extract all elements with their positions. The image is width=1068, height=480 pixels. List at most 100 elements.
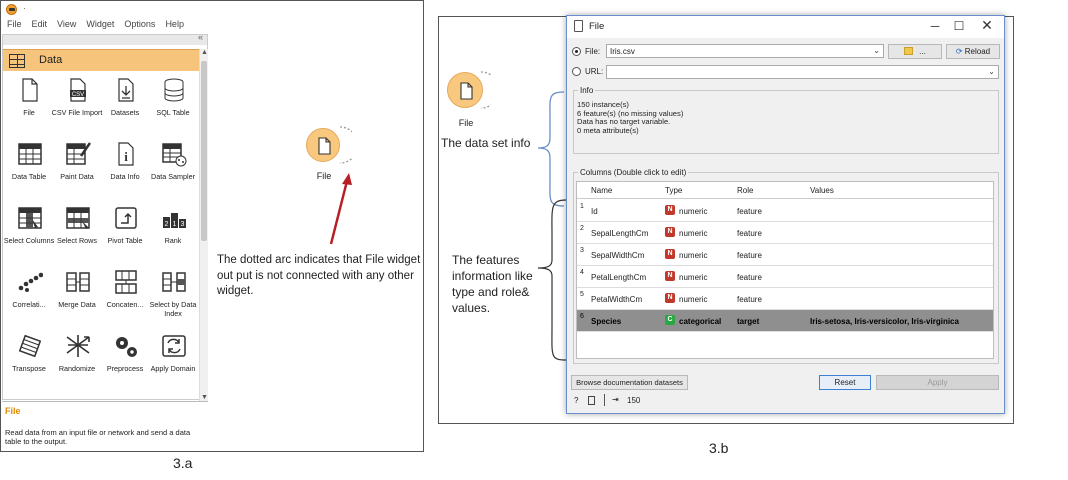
collapse-icon[interactable]: « bbox=[198, 32, 203, 42]
column-role[interactable]: feature bbox=[737, 229, 762, 238]
sampler-icon bbox=[162, 143, 187, 167]
file-radio[interactable] bbox=[572, 47, 581, 56]
widget-info[interactable]: i Data Info bbox=[101, 139, 149, 199]
table-row[interactable]: 5 PetalWidthCm Nnumeric feature bbox=[577, 288, 993, 310]
merge-icon bbox=[66, 272, 90, 292]
widget-label: Apply Domain bbox=[150, 364, 196, 373]
column-type[interactable]: numeric bbox=[679, 229, 707, 238]
column-role[interactable]: feature bbox=[737, 251, 762, 260]
widget-label: Data Table bbox=[11, 172, 47, 181]
reset-button[interactable]: Reset bbox=[819, 375, 871, 390]
column-role[interactable]: feature bbox=[737, 207, 762, 216]
widget-pivot[interactable]: Pivot Table bbox=[101, 203, 149, 263]
column-values[interactable]: Iris-setosa, Iris-versicolor, Iris-virgi… bbox=[810, 317, 959, 326]
widget-label: Preprocess bbox=[106, 364, 144, 373]
widget-sampler[interactable]: Data Sampler bbox=[149, 139, 197, 199]
url-input[interactable]: ⌄ bbox=[606, 65, 999, 79]
report-icon[interactable] bbox=[588, 396, 595, 405]
column-type[interactable]: numeric bbox=[679, 295, 707, 304]
table-row[interactable]: 6 Species Ccategorical target Iris-setosa, I… bbox=[577, 310, 993, 332]
header-role[interactable]: Role bbox=[737, 186, 753, 195]
widget-description-panel: File Read data from an input file or net… bbox=[2, 401, 208, 451]
scroll-thumb[interactable] bbox=[201, 61, 207, 241]
description-title: File bbox=[5, 406, 21, 416]
type-badge-icon: N bbox=[665, 205, 675, 215]
caption-3a: 3.a bbox=[173, 455, 193, 471]
reload-button[interactable]: ⟳ Reload bbox=[946, 44, 1000, 59]
menu-edit[interactable]: Edit bbox=[32, 19, 48, 29]
table-row[interactable]: 3 SepalWidthCm Nnumeric feature bbox=[577, 244, 993, 266]
columns-table: Name Type Role Values 1 Id Nnumeric feature… bbox=[576, 181, 994, 359]
transpose-icon bbox=[18, 334, 42, 358]
widget-select-columns[interactable]: Select Columns bbox=[4, 203, 54, 263]
toolbox-scrollbar[interactable]: ▲ ▼ bbox=[199, 49, 208, 401]
menu-help[interactable]: Help bbox=[165, 19, 184, 29]
column-role[interactable]: target bbox=[737, 317, 759, 326]
widget-transpose[interactable]: Transpose bbox=[5, 331, 53, 391]
widget-paint[interactable]: Paint Data bbox=[53, 139, 101, 199]
description-text: Read data from an input file or network … bbox=[5, 428, 191, 446]
help-icon[interactable]: ? bbox=[574, 396, 578, 405]
menu-file[interactable]: File bbox=[7, 19, 22, 29]
type-badge-icon: N bbox=[665, 271, 675, 281]
type-badge-icon: N bbox=[665, 227, 675, 237]
widget-table[interactable]: Data Table bbox=[5, 139, 53, 199]
widget-label: Data Sampler bbox=[151, 172, 195, 181]
features-annotation: The features information like type and r… bbox=[452, 253, 533, 315]
column-type[interactable]: numeric bbox=[679, 273, 707, 282]
caption-3b: 3.b bbox=[709, 440, 729, 456]
column-role[interactable]: feature bbox=[737, 295, 762, 304]
url-label: URL: bbox=[585, 67, 604, 76]
widget-rank[interactable]: 2 1 3 Rank bbox=[149, 203, 197, 263]
browse-button[interactable]: ... bbox=[888, 44, 942, 59]
widget-apply-domain[interactable]: Apply Domain bbox=[149, 331, 197, 391]
apply-domain-icon bbox=[162, 335, 186, 357]
url-radio[interactable] bbox=[572, 67, 581, 76]
widget-database[interactable]: SQL Table bbox=[149, 75, 197, 135]
widget-select-index[interactable]: Select by Data Index bbox=[149, 267, 197, 327]
widget-datasets[interactable]: Datasets bbox=[101, 75, 149, 135]
table-row[interactable]: 4 PetalLengthCm Nnumeric feature bbox=[577, 266, 993, 288]
row-number: 4 bbox=[580, 269, 584, 276]
output-icon: ⇥ bbox=[612, 395, 619, 404]
widget-merge[interactable]: Merge Data bbox=[53, 267, 101, 327]
canvas-file-widget-b[interactable] bbox=[447, 72, 483, 108]
column-type[interactable]: numeric bbox=[679, 207, 707, 216]
minimize-icon[interactable]: ─ bbox=[925, 19, 945, 33]
close-icon[interactable]: ✕ bbox=[977, 17, 997, 34]
widget-randomize[interactable]: Randomize bbox=[53, 331, 101, 391]
column-name: PetalLengthCm bbox=[591, 273, 647, 282]
menu-widget[interactable]: Widget bbox=[86, 19, 114, 29]
apply-button[interactable]: Apply bbox=[876, 375, 999, 390]
header-values[interactable]: Values bbox=[810, 186, 834, 195]
table-row[interactable]: 1 Id Nnumeric feature bbox=[577, 200, 993, 222]
widget-file[interactable]: File bbox=[5, 75, 53, 135]
maximize-icon[interactable]: ☐ bbox=[949, 19, 969, 33]
table-row[interactable]: 2 SepalLengthCm Nnumeric feature bbox=[577, 222, 993, 244]
file-select-value: Iris.csv bbox=[610, 47, 635, 56]
pivot-icon bbox=[115, 207, 137, 229]
category-data-header[interactable]: Data bbox=[3, 49, 199, 71]
svg-text:3: 3 bbox=[181, 221, 185, 228]
widget-label: Paint Data bbox=[60, 172, 94, 181]
canvas-file-widget[interactable] bbox=[306, 128, 340, 162]
header-type[interactable]: Type bbox=[665, 186, 682, 195]
widget-correlations[interactable]: Correlati... bbox=[5, 267, 53, 327]
scroll-up-icon[interactable]: ▲ bbox=[201, 49, 208, 56]
widget-select-rows[interactable]: Select Rows bbox=[53, 203, 101, 263]
column-type[interactable]: numeric bbox=[679, 251, 707, 260]
column-type[interactable]: categorical bbox=[679, 317, 721, 326]
orange-canvas-window: · File Edit View Widget Options Help « D… bbox=[0, 0, 424, 452]
dialog-titlebar: File ─ ☐ ✕ bbox=[567, 16, 1004, 38]
menu-view[interactable]: View bbox=[57, 19, 76, 29]
file-select[interactable]: Iris.csv ⌄ bbox=[606, 44, 884, 58]
widget-concatenate[interactable]: Concaten... bbox=[101, 267, 149, 327]
column-role[interactable]: feature bbox=[737, 273, 762, 282]
widget-preprocess[interactable]: Preprocess bbox=[101, 331, 149, 391]
widget-csv[interactable]: CSV CSV File Import bbox=[52, 75, 102, 135]
header-name[interactable]: Name bbox=[591, 186, 612, 195]
menu-options[interactable]: Options bbox=[124, 19, 155, 29]
scroll-down-icon[interactable]: ▼ bbox=[201, 394, 208, 401]
category-label: Data bbox=[39, 54, 63, 66]
browse-docs-button[interactable]: Browse documentation datasets bbox=[571, 375, 688, 390]
